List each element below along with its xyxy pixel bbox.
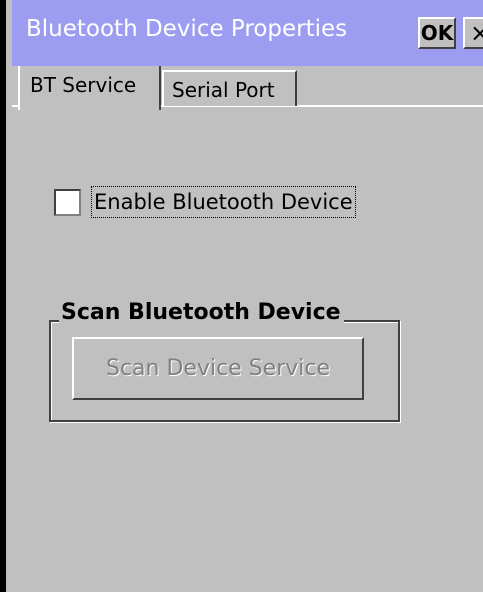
window-title: Bluetooth Device Properties xyxy=(26,16,348,42)
tab-bt-service[interactable]: BT Service xyxy=(18,66,161,110)
scan-device-service-button[interactable]: Scan Device Service xyxy=(72,337,364,400)
tab-serial-port[interactable]: Serial Port xyxy=(162,70,297,106)
scan-group-title: Scan Bluetooth Device xyxy=(59,300,344,325)
title-bar[interactable]: Bluetooth Device Properties OK × xyxy=(12,0,483,66)
ok-button[interactable]: OK xyxy=(418,17,456,49)
close-icon[interactable]: × xyxy=(463,17,483,49)
enable-bluetooth-checkbox[interactable] xyxy=(54,189,81,216)
enable-bluetooth-label[interactable]: Enable Bluetooth Device xyxy=(91,186,356,218)
properties-window: Bluetooth Device Properties OK × BT Serv… xyxy=(0,0,483,592)
